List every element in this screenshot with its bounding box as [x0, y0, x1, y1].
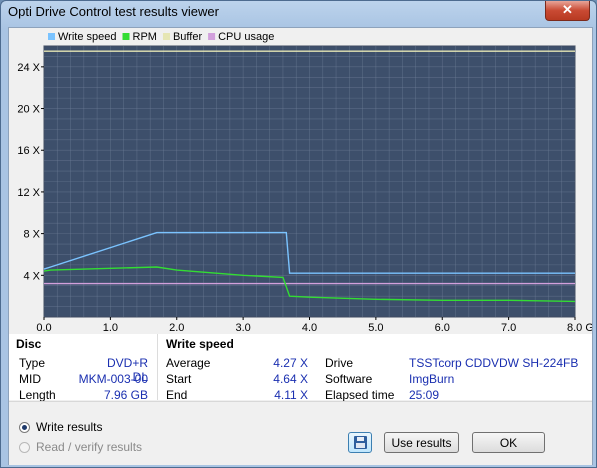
read-verify-results-label: Read / verify results — [36, 440, 143, 454]
x-tick-label: 1.0 — [103, 322, 118, 333]
end-value: 4.11 X — [274, 388, 308, 402]
close-button[interactable]: ✕ — [545, 1, 590, 21]
y-tick-label: 4 X — [23, 270, 40, 282]
y-tick-label: 8 X — [23, 229, 40, 241]
save-button[interactable] — [348, 432, 372, 453]
chart-panel: 24 X 20 X 16 X 12 X 8 X 4 X 0.0 1.0 2.0 3.0 4.0 5.0… — [9, 28, 597, 334]
average-label: Average — [166, 356, 211, 370]
use-results-button[interactable]: Use results — [384, 432, 459, 453]
start-value: 4.64 X — [273, 372, 308, 386]
y-tick-label: 12 X — [17, 187, 40, 199]
legend-label: RPM — [133, 31, 157, 43]
x-tick-label: 4.0 — [302, 322, 317, 333]
elapsed-time-label: Elapsed time — [325, 388, 395, 402]
x-tick-label: 2.0 — [169, 322, 184, 333]
y-tick-label: 16 X — [17, 145, 40, 157]
disc-mid-value: MKM-003-00 — [78, 372, 148, 386]
disc-length-label: Length — [19, 388, 56, 402]
start-label: Start — [166, 372, 192, 386]
drive-label: Drive — [325, 356, 354, 370]
disc-length-value: 7.96 GB — [103, 388, 148, 402]
results-info-panel: Disc Type DVD+R DL MID MKM-003-00 Length… — [9, 334, 592, 402]
write-results-radio[interactable] — [19, 422, 30, 433]
legend-swatch — [48, 33, 55, 40]
info-divider — [157, 334, 158, 400]
disc-type-label: Type — [19, 356, 46, 370]
bottom-panel: Write results Read / verify results Use … — [9, 401, 592, 465]
write-speed-header: Write speed — [166, 337, 234, 351]
ok-button[interactable]: OK — [472, 432, 545, 453]
write-speed-chart: 24 X 20 X 16 X 12 X 8 X 4 X 0.0 1.0 2.0 3.0 4.0 5.0… — [17, 31, 597, 334]
legend-label: Write speed — [58, 31, 117, 43]
app-window: Opti Drive Control test results viewer ✕… — [0, 0, 597, 468]
x-tick-label: 5.0 — [368, 322, 383, 333]
legend-swatch — [208, 33, 216, 40]
x-tick-label: 6.0 — [435, 322, 450, 333]
software-label: Software — [325, 372, 373, 386]
elapsed-time-value: 25:09 — [409, 388, 440, 402]
read-verify-results-radio — [19, 442, 30, 453]
drive-value: TSSTcorp CDDVDW SH-224FB — [409, 356, 579, 370]
disc-header: Disc — [16, 337, 42, 351]
disc-mid-label: MID — [19, 372, 41, 386]
x-tick-label: 3.0 — [235, 322, 250, 333]
software-value: ImgBurn — [409, 372, 455, 386]
average-value: 4.27 X — [273, 356, 308, 370]
x-tick-label: 8.0 GB — [567, 322, 592, 333]
write-results-label[interactable]: Write results — [36, 420, 102, 434]
y-tick-label: 20 X — [17, 104, 40, 116]
floppy-disk-icon — [354, 436, 367, 449]
y-tick-label: 24 X — [17, 62, 40, 74]
window-title: Opti Drive Control test results viewer — [8, 4, 219, 19]
client-area: 24 X 20 X 16 X 12 X 8 X 4 X 0.0 1.0 2.0 3.0 4.0 5.0… — [8, 27, 597, 465]
x-tick-label: 0.0 — [36, 322, 51, 333]
legend-label: Buffer — [173, 31, 202, 43]
end-label: End — [166, 388, 188, 402]
title-bar: Opti Drive Control test results viewer ✕ — [1, 1, 596, 25]
legend-swatch — [162, 33, 170, 40]
legend-swatch — [122, 33, 130, 40]
legend-label: CPU usage — [218, 31, 274, 43]
x-tick-label: 7.0 — [501, 322, 516, 333]
